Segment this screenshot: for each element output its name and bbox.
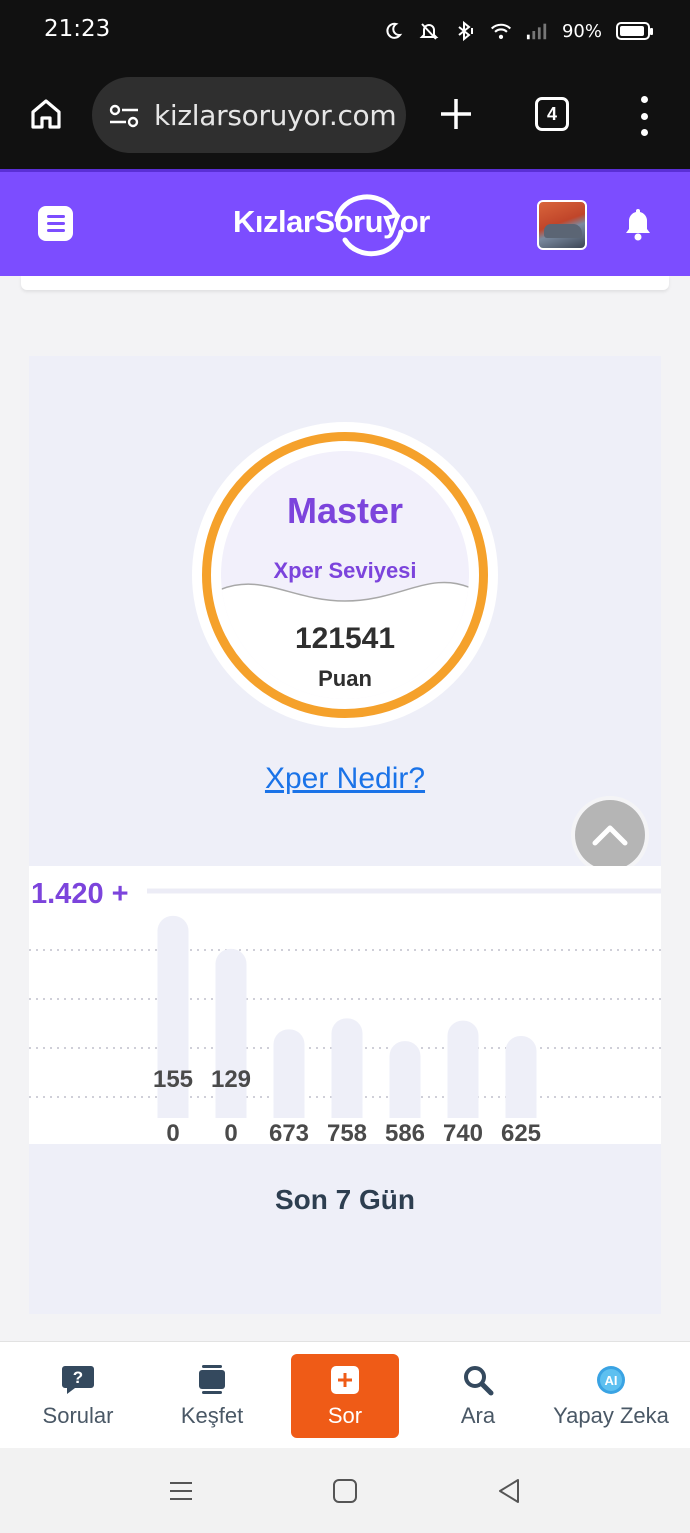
signal-icon bbox=[526, 20, 548, 42]
site-logo[interactable]: KızlarSoruyor bbox=[233, 194, 459, 260]
cards-stack-icon bbox=[195, 1363, 229, 1397]
chart-bar-base bbox=[331, 1104, 363, 1118]
url-text: kizlarsoruyor.com bbox=[154, 99, 397, 132]
chart-max-label: 1.420 + bbox=[31, 878, 129, 910]
recents-icon bbox=[170, 1482, 192, 1500]
recent-apps-button[interactable] bbox=[166, 1476, 196, 1506]
chart-top-label: 129 bbox=[211, 1066, 251, 1093]
nav-yapay-zeka[interactable]: AI Yapay Zeka bbox=[548, 1342, 674, 1449]
logo-text-soruyor: Soruyor bbox=[314, 204, 430, 239]
plus-icon bbox=[441, 99, 471, 129]
address-bar[interactable]: kizlarsoruyor.com bbox=[92, 77, 406, 153]
chart-bar-base bbox=[273, 1104, 305, 1118]
xper-points-label: Puan bbox=[318, 666, 372, 691]
logo-text-kizlar: Kızlar bbox=[233, 204, 315, 239]
scroll-to-top-button[interactable] bbox=[575, 800, 645, 870]
xper-panel: Master Xper Seviyesi 121541 Puan Xper Ne… bbox=[29, 356, 661, 1314]
chart-bar-base bbox=[389, 1104, 421, 1118]
ai-icon: AI bbox=[594, 1363, 628, 1397]
home-icon bbox=[31, 99, 61, 129]
bottom-navigation: ? Sorular Keşfet Sor Ara AI Yapay Zeka bbox=[0, 1341, 690, 1448]
user-avatar[interactable] bbox=[537, 200, 587, 250]
wifi-icon bbox=[490, 20, 512, 42]
chart-bottom-label: 758 bbox=[327, 1120, 367, 1144]
browser-toolbar: kizlarsoruyor.com 4 bbox=[0, 62, 690, 169]
chart-bottom-label: 0 bbox=[166, 1120, 179, 1144]
bluetooth-icon bbox=[454, 20, 476, 42]
status-time: 21:23 bbox=[44, 16, 111, 42]
battery-percent: 90% bbox=[561, 20, 602, 42]
status-icons: 90% bbox=[382, 16, 653, 46]
nav-label: Yapay Zeka bbox=[553, 1402, 669, 1428]
system-navigation-bar bbox=[0, 1448, 690, 1533]
chart-top-label: 155 bbox=[153, 1066, 193, 1093]
question-bubble-icon: ? bbox=[61, 1363, 95, 1397]
chart-bar bbox=[331, 1018, 363, 1118]
status-bar: 21:23 90% bbox=[0, 0, 690, 62]
search-icon bbox=[461, 1363, 495, 1397]
back-triangle-icon bbox=[499, 1479, 519, 1503]
nav-label: Sor bbox=[327, 1403, 363, 1428]
moon-icon bbox=[382, 20, 404, 42]
chart-caption: Son 7 Gün bbox=[275, 1184, 415, 1215]
chart-svg: 1.420 + 155 0 129 0 673 758 586 740 625 bbox=[29, 878, 661, 1144]
svg-text:?: ? bbox=[73, 1368, 83, 1387]
xper-chart: 1.420 + 155 0 129 0 673 758 586 740 625 bbox=[29, 866, 661, 1144]
battery-icon bbox=[616, 22, 653, 40]
card-bottom-edge bbox=[21, 276, 669, 290]
chart-bar-base bbox=[447, 1104, 479, 1118]
nav-sorular[interactable]: ? Sorular bbox=[28, 1342, 128, 1449]
system-back-button[interactable] bbox=[494, 1476, 524, 1506]
more-menu-button[interactable] bbox=[632, 96, 656, 136]
chevron-up-icon bbox=[592, 825, 628, 846]
chart-bottom-label: 0 bbox=[224, 1120, 237, 1144]
tab-switcher-button[interactable]: 4 bbox=[535, 97, 569, 131]
chart-bar-base bbox=[157, 1104, 189, 1118]
chart-bar-base bbox=[505, 1104, 537, 1118]
chart-bottom-label: 625 bbox=[501, 1120, 541, 1144]
xper-level-label: Xper Seviyesi bbox=[273, 558, 417, 583]
xper-level: Master bbox=[286, 490, 404, 531]
site-header: KızlarSoruyor bbox=[0, 169, 690, 276]
notifications-button[interactable] bbox=[622, 206, 654, 242]
chart-bar-base bbox=[215, 1104, 247, 1118]
bell-icon bbox=[626, 209, 650, 241]
plus-square-icon bbox=[328, 1363, 362, 1397]
svg-text:AI: AI bbox=[605, 1373, 618, 1388]
nav-sor-button[interactable]: Sor bbox=[291, 1354, 399, 1438]
nav-kesfet[interactable]: Keşfet bbox=[162, 1342, 262, 1449]
chart-bottom-label: 673 bbox=[269, 1120, 309, 1144]
chart-bar bbox=[447, 1020, 479, 1118]
bell-off-icon bbox=[418, 20, 440, 42]
xper-info-link[interactable]: Xper Nedir? bbox=[29, 762, 661, 796]
system-home-button[interactable] bbox=[330, 1476, 360, 1506]
square-icon bbox=[333, 1479, 357, 1503]
nav-label: Ara bbox=[460, 1402, 496, 1428]
chart-bottom-label: 586 bbox=[385, 1120, 425, 1144]
nav-ara[interactable]: Ara bbox=[428, 1342, 528, 1449]
chart-bottom-label: 740 bbox=[443, 1120, 483, 1144]
xper-points: 121541 bbox=[294, 622, 396, 655]
new-tab-button[interactable] bbox=[438, 96, 474, 132]
nav-label: Sorular bbox=[42, 1402, 114, 1428]
site-settings-icon[interactable] bbox=[108, 103, 140, 129]
hamburger-menu-button[interactable] bbox=[38, 206, 73, 241]
nav-label: Keşfet bbox=[180, 1402, 244, 1428]
home-button[interactable] bbox=[26, 94, 66, 134]
